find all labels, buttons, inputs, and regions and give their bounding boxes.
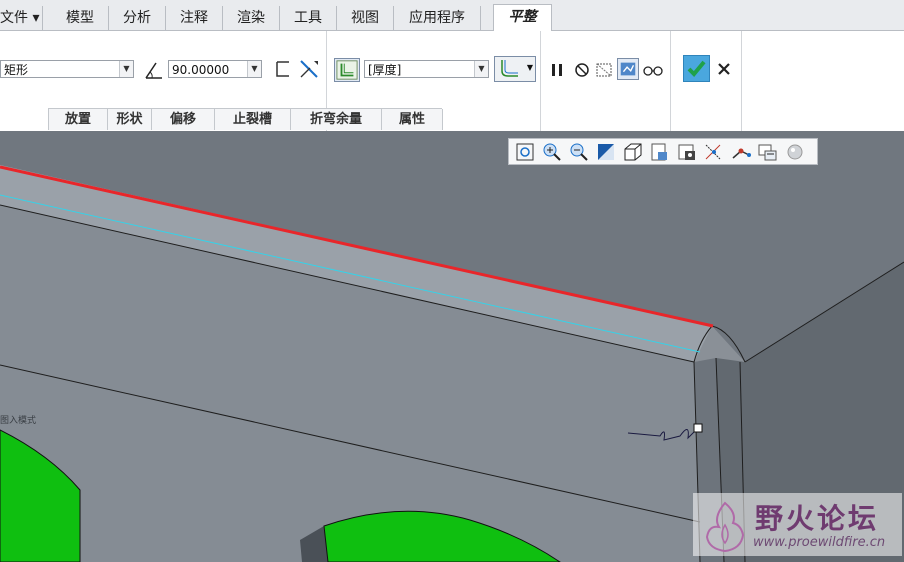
ribbon-separator [670, 31, 671, 131]
shape-dropdown[interactable]: 矩形 ▼ [0, 60, 134, 78]
forum-watermark: 野火论坛 www.proewildfire.cn [693, 493, 902, 556]
repaint-icon[interactable] [594, 141, 618, 163]
group-tab-relief[interactable]: 止裂槽 [214, 109, 291, 130]
tab-applications[interactable]: 应用程序 [394, 6, 481, 30]
flip-direction-icon[interactable] [298, 58, 320, 80]
bend-icon [501, 60, 518, 77]
zoom-in-icon[interactable] [540, 141, 564, 163]
group-tab-shape[interactable]: 形状 [107, 109, 152, 130]
group-tab-offset[interactable]: 偏移 [151, 109, 215, 130]
pause-icon[interactable] [546, 59, 568, 81]
shape-dropdown-value: 矩形 [4, 63, 29, 77]
bend-type-button[interactable]: ▼ [494, 56, 536, 82]
chevron-down-icon: ▼ [119, 61, 133, 77]
saved-views-icon[interactable] [648, 141, 672, 163]
annotation-text: 图入模式 [0, 416, 37, 426]
annotation-display-icon[interactable] [729, 141, 753, 163]
tab-file[interactable]: 文件 ▾ [0, 6, 43, 30]
flip-side-icon[interactable] [272, 58, 294, 80]
thickness-dropdown[interactable]: [厚度] ▼ [364, 60, 489, 78]
chevron-down-icon: ▼ [247, 61, 261, 77]
flame-logo-icon [705, 501, 745, 553]
watermark-title: 野火论坛 [755, 502, 880, 535]
spin-center-icon[interactable] [756, 141, 780, 163]
view-manager-icon[interactable] [675, 141, 699, 163]
preview-geometry-icon[interactable] [594, 59, 616, 81]
tab-model[interactable]: 模型 [52, 6, 109, 30]
tab-annotate[interactable]: 注释 [166, 6, 223, 30]
no-preview-icon[interactable] [571, 59, 593, 81]
view-toolbar [508, 138, 818, 165]
ribbon-separator [540, 31, 541, 131]
ribbon-group-tabs: 放置 形状 偏移 止裂槽 折弯余量 属性 [48, 108, 443, 131]
verify-icon[interactable] [617, 58, 639, 80]
chevron-down-icon: ▼ [474, 61, 488, 77]
angle-input[interactable]: 90.00000 ▼ [168, 60, 262, 78]
cancel-icon[interactable] [715, 60, 733, 78]
checkmark-icon [687, 60, 706, 77]
ribbon-separator [741, 31, 742, 131]
group-tab-placement[interactable]: 放置 [48, 109, 108, 130]
appearance-icon[interactable] [783, 141, 807, 163]
drag-handle [693, 423, 703, 433]
ribbon-panel: 矩形 ▼ 90.00000 ▼ [厚度] ▼ ▼ 放置 形状 偏移 止裂槽 折弯… [0, 31, 904, 131]
watermark-url: www.proewildfire.cn [753, 535, 886, 550]
thickness-side-icon[interactable] [334, 58, 360, 82]
tab-flatten[interactable]: 平整 [493, 4, 552, 33]
chevron-down-icon: ▼ [526, 63, 533, 72]
tab-render[interactable]: 渲染 [223, 6, 280, 30]
datum-display-icon[interactable] [702, 141, 726, 163]
angle-value: 90.00000 [172, 63, 230, 77]
display-style-icon[interactable] [621, 141, 645, 163]
tab-tools[interactable]: 工具 [280, 6, 337, 30]
refit-icon[interactable] [513, 141, 537, 163]
group-tab-bend-allowance[interactable]: 折弯余量 [290, 109, 382, 130]
tab-analysis[interactable]: 分析 [109, 6, 166, 30]
ribbon-tab-bar: 文件 ▾ 模型 分析 注释 渲染 工具 视图 应用程序 平整 [0, 0, 904, 33]
ok-button[interactable] [683, 55, 710, 82]
angle-icon [145, 62, 162, 79]
zoom-out-icon[interactable] [567, 141, 591, 163]
glasses-icon[interactable] [642, 59, 664, 81]
group-tab-properties[interactable]: 属性 [381, 109, 443, 130]
tab-view[interactable]: 视图 [337, 6, 394, 30]
thickness-dropdown-value: [厚度] [368, 63, 402, 77]
